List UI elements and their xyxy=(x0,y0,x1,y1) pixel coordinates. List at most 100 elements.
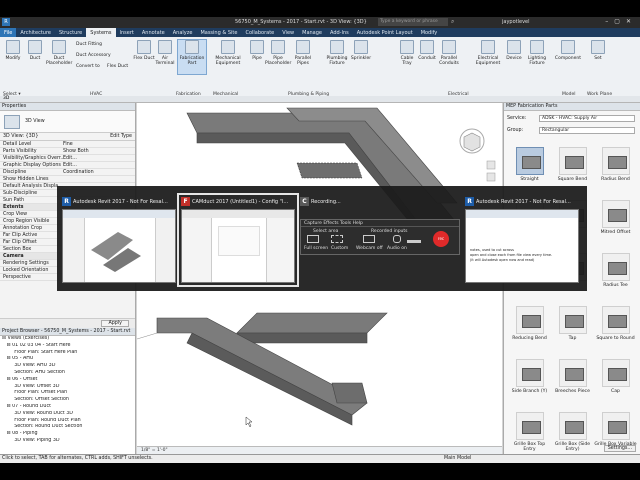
property-row[interactable]: Detail Level Fine xyxy=(0,141,135,148)
electrical-equipment-button[interactable]: Electrical Equipment xyxy=(474,40,502,66)
lighting-fixture-button[interactable]: Lighting Fixture xyxy=(526,40,548,66)
tree-item[interactable]: Floor Plan: Start Here Plan xyxy=(2,350,135,357)
property-value[interactable]: Coordination xyxy=(63,169,135,175)
viewcube-icon[interactable] xyxy=(459,128,485,154)
switcher-window-revit-2[interactable]: R Autodesk Revit 2017 - Not For Resal... … xyxy=(463,195,581,285)
audio-toggle[interactable]: Audio on xyxy=(387,246,407,251)
fab-part-item[interactable]: Grille Box Top Entry xyxy=(508,410,551,454)
conduit-button[interactable]: Conduit xyxy=(416,40,438,61)
property-row[interactable]: Show Hidden Lines xyxy=(0,176,135,183)
fab-part-item[interactable]: Mitred Offset xyxy=(594,198,637,251)
duct-placeholder-button[interactable]: Duct Placeholder xyxy=(46,40,72,66)
fab-part-item[interactable]: Cap xyxy=(594,357,637,410)
fabrication-part-button[interactable]: Fabrication Part xyxy=(177,39,207,75)
tab-systems[interactable]: Systems xyxy=(86,28,116,37)
rec-button[interactable]: rec xyxy=(433,231,449,247)
webcam-toggle[interactable]: Webcam off xyxy=(356,246,383,251)
air-terminal-button[interactable]: Air Terminal xyxy=(154,40,176,66)
tree-item[interactable]: 3D View: Piping 3D xyxy=(2,438,135,445)
tab-structure[interactable]: Structure xyxy=(55,28,86,37)
tab-analyze[interactable]: Analyze xyxy=(169,28,197,37)
tab-modify[interactable]: Modify xyxy=(417,28,442,37)
tree-item[interactable]: Floor Plan: Offset Plan xyxy=(2,390,135,397)
app-logo-icon[interactable]: R xyxy=(2,18,10,26)
property-value[interactable]: Fine xyxy=(63,141,135,147)
fab-part-item[interactable]: Radius Tee xyxy=(594,251,637,304)
duct-button[interactable]: Duct xyxy=(24,40,46,61)
property-value[interactable]: Edit... xyxy=(63,155,135,161)
view-instance-selector[interactable]: 3D View: {3D} xyxy=(3,133,38,140)
view-scale[interactable]: 1/8" = 1'-0" xyxy=(141,448,168,453)
tab-annotate[interactable]: Annotate xyxy=(138,28,169,37)
property-value[interactable]: Show Both xyxy=(63,148,135,154)
tab-view[interactable]: View xyxy=(278,28,298,37)
tree-item[interactable]: 3D View: Round Duct 3D xyxy=(2,411,135,418)
tree-item[interactable]: Floor Plan: Round Duct Plan xyxy=(2,418,135,425)
tree-item[interactable]: Section: Offset Section xyxy=(2,397,135,404)
fab-part-item[interactable]: Tap xyxy=(551,304,594,357)
cable-tray-button[interactable]: Cable Tray xyxy=(396,40,418,66)
tree-item[interactable]: 3D View: Offset 3D xyxy=(2,384,135,391)
property-value[interactable] xyxy=(63,176,135,182)
duct-fitting-button[interactable]: Duct Fitting xyxy=(76,42,102,47)
tree-item[interactable]: 3D View: AHU 3D xyxy=(2,363,135,370)
tab-add-ins[interactable]: Add-Ins xyxy=(326,28,353,37)
recorder-menu[interactable]: Capture Effects Tools Help xyxy=(301,220,459,227)
plumbing-fixture-button[interactable]: Plumbing Fixture xyxy=(326,40,348,66)
property-row[interactable]: Visibility/Graphics Overr... Edit... xyxy=(0,155,135,162)
tree-item[interactable]: ⊟ 08 - Piping xyxy=(2,431,135,438)
search-icon[interactable]: ⌕ xyxy=(451,18,454,26)
set-work-plane-button[interactable]: Set xyxy=(587,40,609,61)
flex-duct-small-button[interactable]: Flex Duct xyxy=(107,64,128,69)
convert-to-flex-button[interactable]: Convert to xyxy=(76,64,100,69)
view-control-bar[interactable]: 1/8" = 1'-0" xyxy=(137,446,502,454)
tab-massing-site[interactable]: Massing & Site xyxy=(196,28,241,37)
fab-part-item[interactable]: Reducing Bend xyxy=(508,304,551,357)
tab-file[interactable]: File xyxy=(0,28,17,37)
full-screen-option[interactable]: Full screen xyxy=(304,246,328,251)
switcher-window-camduct[interactable]: F CAMduct 2017 (Untitled1) - Config "I... xyxy=(177,193,299,287)
apply-button[interactable]: Apply xyxy=(101,320,129,327)
component-button[interactable]: Component xyxy=(554,40,582,61)
custom-option[interactable]: Custom xyxy=(331,246,348,251)
tab-insert[interactable]: Insert xyxy=(116,28,138,37)
duct-segment-mid[interactable] xyxy=(236,312,388,334)
fab-part-item[interactable]: Breeches Piece xyxy=(551,357,594,410)
fab-part-item[interactable]: Square to Round xyxy=(594,304,637,357)
parallel-pipes-button[interactable]: Parallel Pipes xyxy=(292,40,314,66)
tree-item[interactable]: ⊟ 05 - AHU xyxy=(2,356,135,363)
tree-item[interactable]: ⊟ 06 - Offset xyxy=(2,377,135,384)
volume-slider[interactable] xyxy=(407,240,421,243)
fab-part-item[interactable]: Grille Box (Side Entry) xyxy=(551,410,594,454)
duct-accessory-button[interactable]: Duct Accessory xyxy=(76,53,111,58)
nav-wheel-icon[interactable] xyxy=(486,160,496,170)
window-controls[interactable]: –▢✕ xyxy=(605,18,637,25)
tab-manage[interactable]: Manage xyxy=(298,28,326,37)
parallel-conduits-button[interactable]: Parallel Conduits xyxy=(436,40,462,66)
property-row[interactable]: Parts Visibility Show Both xyxy=(0,148,135,155)
tree-item[interactable]: Section: Round Duct Section xyxy=(2,424,135,431)
modify-button[interactable]: Modify xyxy=(2,40,24,61)
flex-duct-button[interactable]: Flex Duct xyxy=(133,40,155,61)
zoom-icon[interactable] xyxy=(486,172,496,182)
property-row[interactable]: Graphic Display Options Edit... xyxy=(0,162,135,169)
tree-item[interactable]: Section: AHU Section xyxy=(2,370,135,377)
service-select[interactable]: ADSK - HVAC: Supply Air xyxy=(539,115,635,122)
device-button[interactable]: Device xyxy=(503,40,525,61)
sprinkler-button[interactable]: Sprinkler xyxy=(350,40,372,61)
search-input[interactable]: Type a keyword or phrase xyxy=(378,18,448,26)
user-name[interactable]: jaypotlevel xyxy=(502,19,530,25)
tree-item[interactable]: ⊟ Views (Exercises) xyxy=(2,336,135,343)
model-selector[interactable]: Main Model xyxy=(444,455,471,463)
switcher-window-recording[interactable]: C Recording... Capture Effects Tools Help… xyxy=(298,195,460,285)
edit-type-button[interactable]: Edit Type xyxy=(110,133,132,140)
duct-fitting[interactable] xyxy=(296,162,363,179)
pipe-placeholder-button[interactable]: Pipe Placeholder xyxy=(265,40,291,66)
group-select[interactable]: Rectangular xyxy=(539,127,635,134)
switcher-window-revit-1[interactable]: R Autodesk Revit 2017 - Not For Resal... xyxy=(60,195,178,285)
tab-point-layout[interactable]: Autodesk Point Layout xyxy=(353,28,417,37)
mechanical-equipment-button[interactable]: Mechanical Equipment xyxy=(212,40,244,66)
tree-item[interactable]: ⊟ 07 - Round Duct xyxy=(2,404,135,411)
tab-collaborate[interactable]: Collaborate xyxy=(241,28,278,37)
tab-architecture[interactable]: Architecture xyxy=(16,28,55,37)
